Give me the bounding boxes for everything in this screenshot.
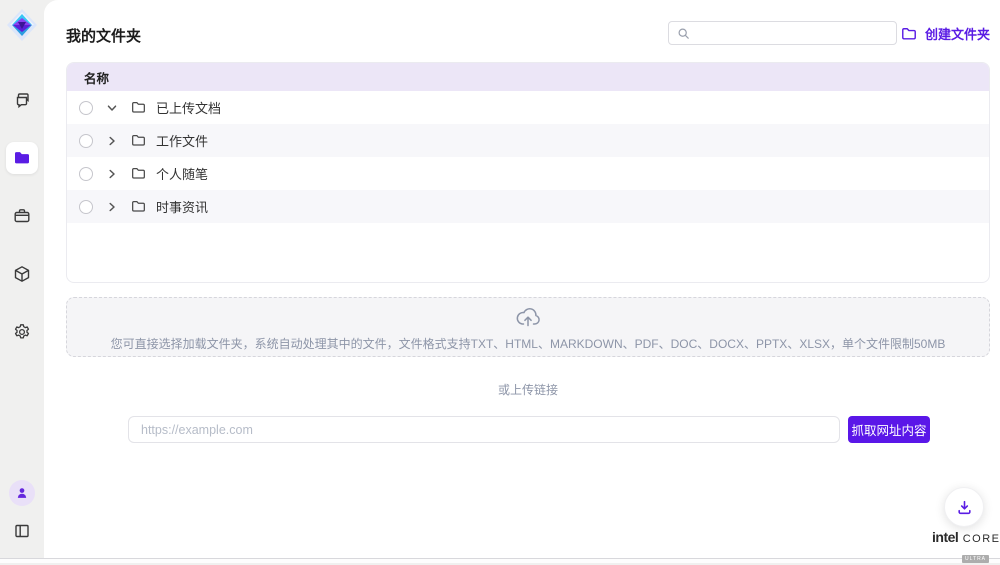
sidebar-item-settings[interactable] [6, 316, 38, 348]
search-input[interactable] [696, 22, 896, 44]
sidebar-item-cube[interactable] [6, 258, 38, 290]
row-checkbox[interactable] [79, 101, 93, 115]
sidebar-avatar[interactable] [9, 480, 35, 506]
user-icon [15, 486, 29, 500]
window-bottom-edge [0, 558, 1000, 559]
row-expand-chevron[interactable] [105, 134, 119, 148]
download-button[interactable] [944, 487, 984, 527]
briefcase-icon [13, 207, 31, 225]
intel-brand-text: intel [932, 529, 958, 545]
folder-row-label: 工作文件 [156, 131, 208, 150]
folder-icon [131, 199, 146, 214]
folder-table-body: 已上传文档 工作文件 个人随笔 [67, 91, 989, 223]
row-expand-chevron[interactable] [105, 167, 119, 181]
gear-icon [13, 323, 31, 341]
row-expand-chevron[interactable] [105, 101, 119, 115]
app-logo[interactable] [6, 7, 38, 43]
folder-row[interactable]: 已上传文档 [67, 91, 989, 124]
folder-row[interactable]: 个人随笔 [67, 157, 989, 190]
search-box [668, 21, 897, 45]
link-upload-divider: 或上传链接 [66, 381, 990, 398]
folder-icon [131, 133, 146, 148]
main-panel: 我的文件夹 创建文件夹 名称 已上传文档 [44, 0, 1000, 558]
download-icon [956, 499, 973, 516]
sidebar [0, 0, 44, 558]
intel-core-text: core [963, 533, 1000, 545]
row-checkbox[interactable] [79, 200, 93, 214]
folder-icon [13, 149, 31, 167]
search-icon [677, 27, 690, 40]
cloud-upload-icon [515, 306, 541, 328]
folder-row-label: 已上传文档 [156, 98, 221, 117]
page-title: 我的文件夹 [66, 25, 141, 46]
panel-layout-icon [13, 522, 31, 540]
upload-dropzone[interactable]: 您可直接选择加载文件夹，系统自动处理其中的文件，文件格式支持TXT、HTML、M… [66, 297, 990, 357]
sidebar-item-briefcase[interactable] [6, 200, 38, 232]
row-checkbox[interactable] [79, 134, 93, 148]
create-folder-icon [901, 26, 917, 42]
sidebar-item-chat[interactable] [6, 84, 38, 116]
chat-icon [13, 91, 31, 109]
fetch-url-button[interactable]: 抓取网址内容 [848, 416, 930, 443]
intel-core-logo: intel core ULTRA [932, 529, 994, 565]
sidebar-item-folders[interactable] [6, 142, 38, 174]
row-checkbox[interactable] [79, 167, 93, 181]
gem-logo-icon [6, 7, 38, 43]
window-bottom-strip [0, 559, 1000, 563]
url-input[interactable] [128, 416, 840, 443]
folder-table: 名称 已上传文档 工作文件 [66, 62, 990, 283]
folder-row-label: 时事资讯 [156, 197, 208, 216]
folder-icon [131, 100, 146, 115]
create-folder-button[interactable]: 创建文件夹 [901, 24, 990, 43]
sidebar-item-panel-toggle[interactable] [13, 522, 31, 540]
table-header-name: 名称 [67, 63, 989, 91]
folder-row[interactable]: 时事资讯 [67, 190, 989, 223]
folder-row-label: 个人随笔 [156, 164, 208, 183]
row-expand-chevron[interactable] [105, 200, 119, 214]
upload-hint: 您可直接选择加载文件夹，系统自动处理其中的文件，文件格式支持TXT、HTML、M… [67, 335, 989, 352]
create-folder-label: 创建文件夹 [925, 24, 990, 43]
folder-row[interactable]: 工作文件 [67, 124, 989, 157]
intel-ultra-badge: ULTRA [962, 555, 989, 563]
folder-icon [131, 166, 146, 181]
cube-icon [13, 265, 31, 283]
